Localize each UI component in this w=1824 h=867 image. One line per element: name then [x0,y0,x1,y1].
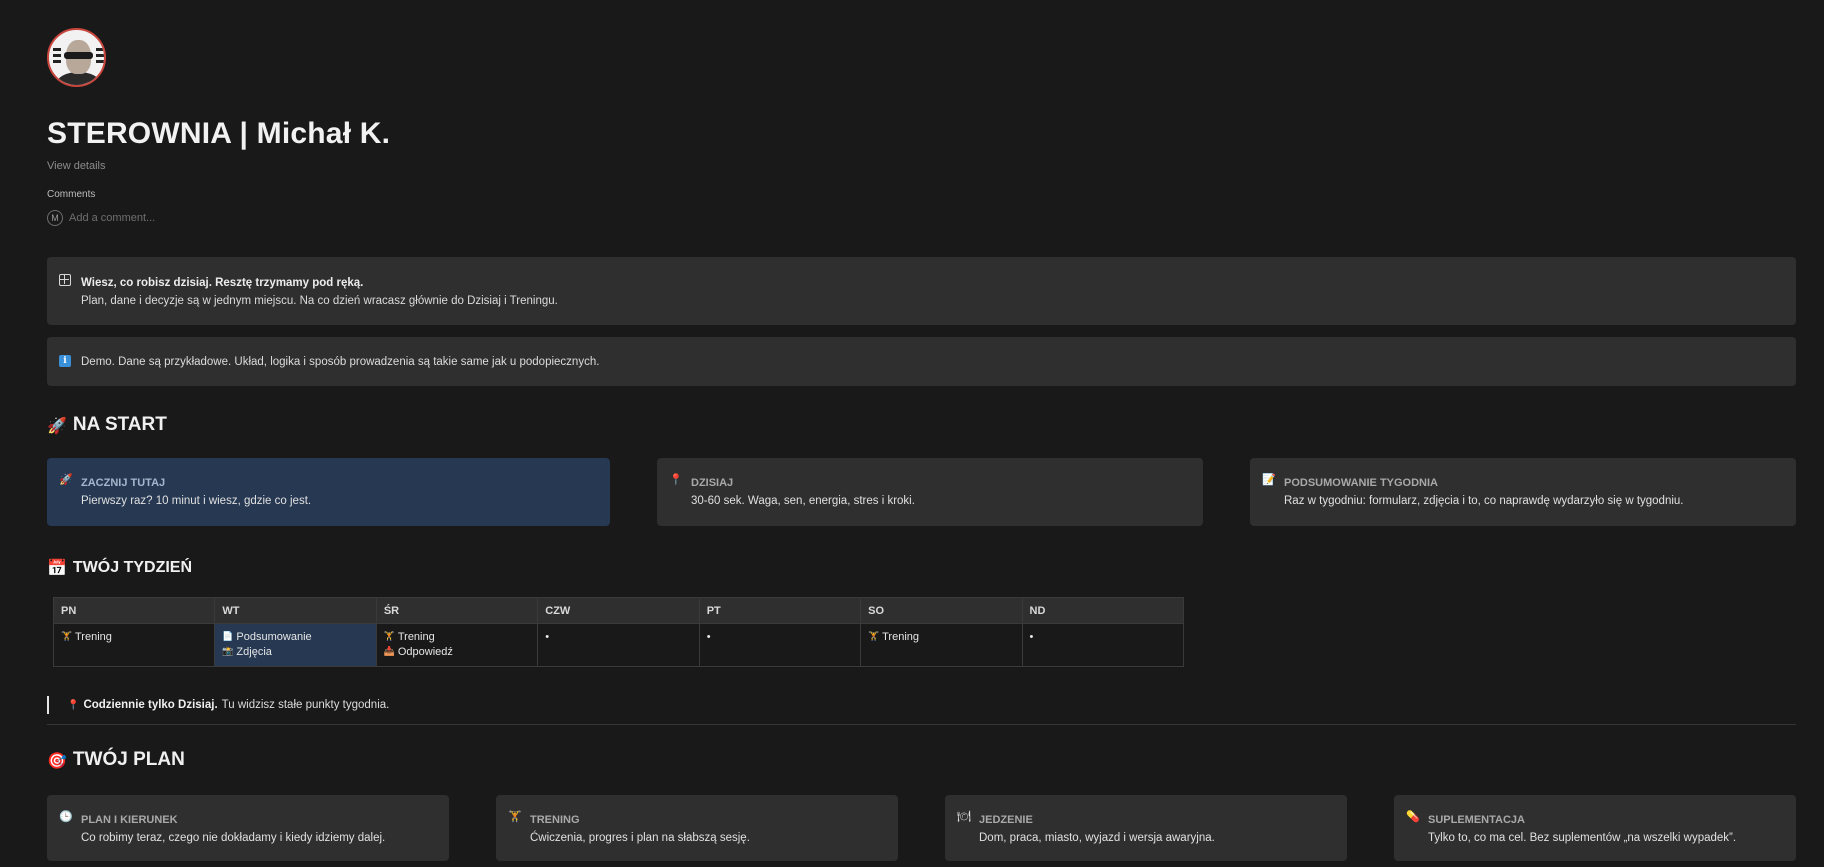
camera-icon: 📸 [222,647,234,657]
intro-callout-text: Plan, dane i decyzje są w jednym miejscu… [81,295,558,307]
pill-icon: 💊 [1406,810,1420,823]
divider [47,724,1796,725]
section-heading-twoj-tydzien: 📅 TWÓJ TYDZIEŃ [47,558,193,577]
memo-icon: 📝 [1262,473,1276,486]
intro-callout: Wiesz, co robisz dzisiaj. Resztę trzymam… [47,257,1796,325]
list-item[interactable]: 📸 Zdjęcia [222,645,375,660]
view-details-link[interactable]: View details [47,160,106,172]
day-cell-pt[interactable]: • [698,623,862,667]
day-cell-so[interactable]: 🏋 Trening [860,623,1023,667]
list-item[interactable]: 🏋 Trening [61,630,214,645]
list-item: • [1029,631,1034,643]
day-cell-pn[interactable]: 🏋 Trening [52,623,216,667]
card-suplementacja[interactable]: 💊 SUPLEMENTACJA Tylko to, co ma cel. Bez… [1394,795,1796,861]
plate-icon: 🍽 [957,810,971,823]
calendar-icon: 📅 [47,558,67,577]
list-item[interactable]: 📄 Podsumowanie [222,630,375,645]
card-zacznij-tutaj[interactable]: 🚀 ZACZNIJ TUTAJ Pierwszy raz? 10 minut i… [47,458,610,526]
target-icon: 🎯 [47,750,67,770]
pin-icon: 📍 [669,473,683,486]
card-podsumowanie-tygodnia[interactable]: 📝 PODSUMOWANIE TYGODNIA Raz w tygodniu: … [1250,458,1796,526]
list-item: • [706,631,711,643]
list-item[interactable]: 📥 Odpowiedź [384,645,537,660]
grid-icon [59,274,71,286]
list-item: • [545,631,550,643]
card-dzisiaj[interactable]: 📍 DZISIAJ 30-60 sek. Waga, sen, energia,… [657,458,1203,526]
clock-icon: 🕒 [59,810,73,823]
week-note-quote: 📍 Codziennie tylko Dzisiaj. Tu widzisz s… [47,696,389,714]
day-cell-sr[interactable]: 🏋 Trening 📥 Odpowiedź [375,623,539,667]
dumbbell-icon: 🏋 [508,810,522,823]
comment-row: M Add a comment... [47,210,155,226]
demo-callout: i Demo. Dane są przykładowe. Układ, logi… [47,337,1796,386]
info-icon: i [59,355,71,367]
week-table: PN WT ŚR CZW PT SO ND 🏋 Trening 📄 Podsumow… [52,597,1185,667]
rocket-icon: 🚀 [47,415,67,435]
card-jedzenie[interactable]: 🍽 JEDZENIE Dom, praca, miasto, wyjazd i … [945,795,1347,861]
list-item[interactable]: 🏋 Trening [868,630,1021,645]
intro-callout-title: Wiesz, co robisz dzisiaj. Resztę trzymam… [81,277,364,289]
dumbbell-icon: 🏋 [383,632,396,642]
card-plan-i-kierunek[interactable]: 🕒 PLAN I KIERUNEK Co robimy teraz, czego… [47,795,449,861]
section-heading-na-start: 🚀 NA START [47,414,167,435]
day-header: WT [214,597,377,624]
user-avatar: M [47,210,63,226]
rocket-icon: 🚀 [59,473,73,486]
page-title: STEROWNIA | Michał K. [47,117,391,150]
day-header: PN [52,597,216,624]
list-item[interactable]: 🏋 Trening [384,630,537,645]
day-cell-nd[interactable]: • [1021,623,1185,667]
table-row: 🏋 Trening 📄 Podsumowanie 📸 Zdjęcia 🏋 Trening… [52,623,1185,667]
dumbbell-icon: 🏋 [61,632,73,642]
day-header: ŚR [375,597,539,624]
comments-label: Comments [47,189,96,200]
add-comment-input[interactable]: Add a comment... [69,212,155,224]
day-cell-wt[interactable]: 📄 Podsumowanie 📸 Zdjęcia [214,623,377,667]
document-icon: 📄 [222,632,234,642]
day-header: ND [1021,597,1185,624]
week-note-text: Tu widzisz stałe punkty tygodnia. [221,699,390,711]
day-cell-czw[interactable]: • [537,623,700,667]
page-avatar-icon[interactable] [47,28,106,87]
pin-icon: 📍 [67,699,80,711]
day-header: CZW [537,597,700,624]
day-header: SO [860,597,1023,624]
section-heading-twoj-plan: 🎯 TWÓJ PLAN [47,749,185,770]
demo-callout-text: Demo. Dane są przykładowe. Układ, logika… [81,356,600,368]
week-note-bold: Codziennie tylko Dzisiaj. [83,699,218,711]
dumbbell-icon: 🏋 [868,632,880,642]
day-header: PT [698,597,862,624]
card-trening[interactable]: 🏋 TRENING Ćwiczenia, progres i plan na s… [496,795,898,861]
inbox-icon: 📥 [383,647,396,657]
